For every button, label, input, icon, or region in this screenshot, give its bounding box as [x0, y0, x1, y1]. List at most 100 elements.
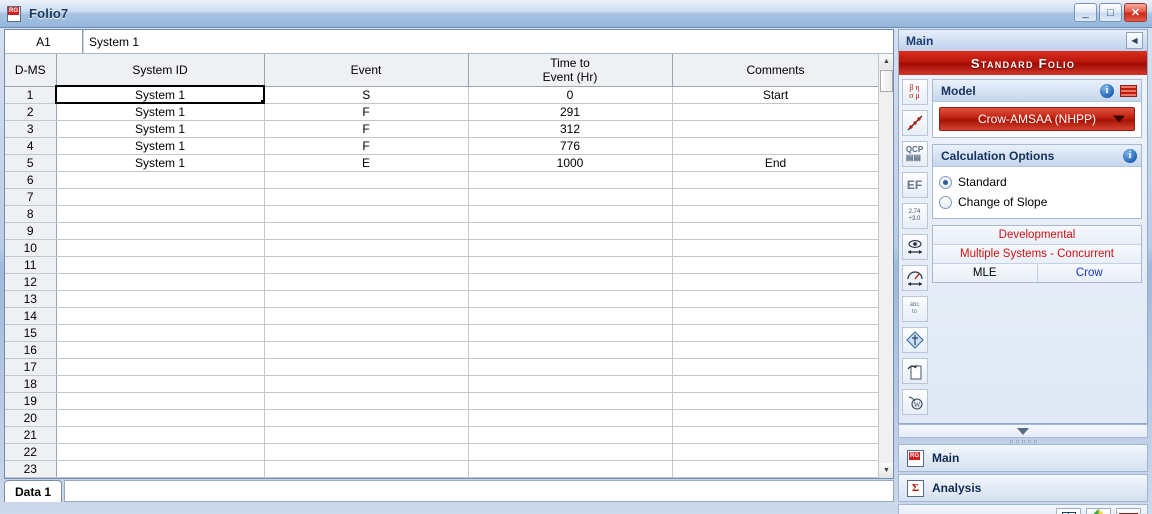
- cell-system-id[interactable]: [56, 341, 265, 359]
- cell-comments[interactable]: [672, 137, 880, 155]
- cell-system-id[interactable]: System 1: [55, 85, 265, 104]
- cell-comments[interactable]: [672, 443, 880, 461]
- cell-time[interactable]: [468, 273, 673, 291]
- model-dropdown[interactable]: Crow-AMSAA (NHPP): [939, 107, 1135, 131]
- cell-event[interactable]: [264, 307, 469, 325]
- cell-system-id[interactable]: [56, 256, 265, 274]
- row-header[interactable]: 19: [5, 392, 57, 410]
- cell-system-id[interactable]: [56, 205, 265, 223]
- cell-system-id[interactable]: [56, 307, 265, 325]
- cell-event[interactable]: [264, 188, 469, 206]
- table-row[interactable]: 4 System 1 F 776: [5, 137, 880, 155]
- table-row[interactable]: 1 System 1 S 0 Start: [5, 85, 880, 104]
- row-header[interactable]: 8: [5, 205, 57, 223]
- cell-time[interactable]: [468, 392, 673, 410]
- cell-system-id[interactable]: [56, 171, 265, 189]
- cell-system-id[interactable]: [56, 290, 265, 308]
- cell-comments[interactable]: [672, 256, 880, 274]
- cell-time[interactable]: [468, 307, 673, 325]
- row-header[interactable]: 12: [5, 273, 57, 291]
- radio-change-of-slope[interactable]: Change of Slope: [939, 192, 1135, 212]
- row-header[interactable]: 3: [5, 120, 57, 138]
- minimize-button[interactable]: _: [1074, 3, 1097, 22]
- table-row[interactable]: 6: [5, 171, 880, 189]
- cell-comments[interactable]: [672, 426, 880, 444]
- table-row[interactable]: 5 System 1 E 1000 End: [5, 154, 880, 172]
- cell-system-id[interactable]: System 1: [56, 154, 265, 172]
- cell-comments[interactable]: [672, 392, 880, 410]
- cell-event[interactable]: [264, 273, 469, 291]
- ef-icon[interactable]: EF: [901, 172, 928, 198]
- cell-system-id[interactable]: [56, 409, 265, 427]
- cell-event[interactable]: [264, 324, 469, 342]
- cell-time[interactable]: [468, 358, 673, 376]
- column-header-dms[interactable]: D-MS: [5, 54, 57, 87]
- cell-system-id[interactable]: [56, 273, 265, 291]
- row-header[interactable]: 13: [5, 290, 57, 308]
- row-header[interactable]: 4: [5, 137, 57, 155]
- cell-time[interactable]: [468, 205, 673, 223]
- cell-comments[interactable]: End: [672, 154, 880, 172]
- cell-event[interactable]: [264, 222, 469, 240]
- row-header[interactable]: 16: [5, 341, 57, 359]
- beta-eta-sigma-mu-icon[interactable]: β ησ μ: [901, 79, 928, 105]
- cell-event[interactable]: F: [264, 103, 469, 121]
- cell-system-id[interactable]: [56, 188, 265, 206]
- cell-event[interactable]: F: [264, 120, 469, 138]
- cell-event[interactable]: [264, 171, 469, 189]
- row-header[interactable]: 1: [5, 86, 57, 104]
- cell-system-id[interactable]: [56, 426, 265, 444]
- column-header-event[interactable]: Event: [264, 54, 469, 87]
- cell-comments[interactable]: [672, 273, 880, 291]
- table-row[interactable]: 3 System 1 F 312: [5, 120, 880, 138]
- view-range-icon[interactable]: [901, 234, 928, 260]
- cell-comments[interactable]: [672, 358, 880, 376]
- cell-event[interactable]: [264, 409, 469, 427]
- cell-system-id[interactable]: System 1: [56, 103, 265, 121]
- cell-comments[interactable]: [672, 290, 880, 308]
- row-header[interactable]: 11: [5, 256, 57, 274]
- row-header[interactable]: 17: [5, 358, 57, 376]
- cell-system-id[interactable]: [56, 358, 265, 376]
- cell-event[interactable]: [264, 460, 469, 478]
- cell-time[interactable]: 776: [468, 137, 673, 155]
- table-row[interactable]: 12: [5, 273, 880, 291]
- cell-time[interactable]: [468, 256, 673, 274]
- table-row[interactable]: 11: [5, 256, 880, 274]
- scrollbar-thumb[interactable]: [880, 70, 893, 92]
- cell-system-id[interactable]: System 1: [56, 137, 265, 155]
- cell-comments[interactable]: [672, 307, 880, 325]
- cell-time[interactable]: 0: [468, 86, 673, 104]
- row-header[interactable]: 6: [5, 171, 57, 189]
- row-header[interactable]: 20: [5, 409, 57, 427]
- table-row[interactable]: 9: [5, 222, 880, 240]
- table-row[interactable]: 19: [5, 392, 880, 410]
- cell-system-id[interactable]: [56, 239, 265, 257]
- cell-system-id[interactable]: [56, 324, 265, 342]
- cell-comments[interactable]: [672, 409, 880, 427]
- row-header[interactable]: 23: [5, 460, 57, 478]
- cell-comments[interactable]: [672, 460, 880, 478]
- cell-comments[interactable]: [672, 341, 880, 359]
- column-header-time-to-event[interactable]: Time to Event (Hr): [468, 54, 673, 87]
- close-button[interactable]: ✕: [1124, 3, 1147, 22]
- cell-event[interactable]: [264, 443, 469, 461]
- row-header[interactable]: 24: [5, 477, 57, 478]
- cell-time[interactable]: [468, 443, 673, 461]
- cell-system-id[interactable]: [56, 375, 265, 393]
- scroll-up-icon[interactable]: ▲: [879, 54, 893, 69]
- cell-comments[interactable]: [672, 103, 880, 121]
- sheet-tab-empty-area[interactable]: [64, 480, 894, 502]
- formula-input[interactable]: System 1: [83, 30, 893, 53]
- table-row[interactable]: 24: [5, 477, 880, 478]
- cell-event[interactable]: [264, 256, 469, 274]
- red-lines-icon[interactable]: [1120, 84, 1137, 97]
- cell-event[interactable]: [264, 358, 469, 376]
- row-header[interactable]: 2: [5, 103, 57, 121]
- table-row[interactable]: 10: [5, 239, 880, 257]
- row-header[interactable]: 10: [5, 239, 57, 257]
- column-header-comments[interactable]: Comments: [672, 54, 880, 87]
- table-row[interactable]: 7: [5, 188, 880, 206]
- info-icon[interactable]: i: [1100, 83, 1114, 98]
- table-row[interactable]: 15: [5, 324, 880, 342]
